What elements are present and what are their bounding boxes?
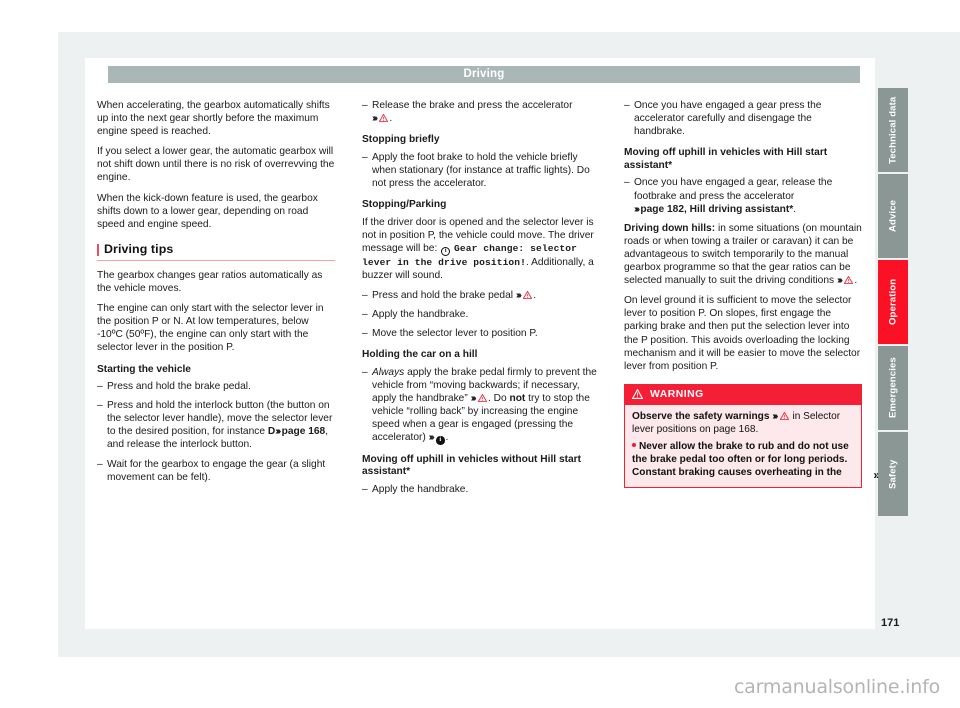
label-driving-down-hills: Driving down hills: — [624, 222, 716, 234]
tab-advice[interactable]: Advice — [878, 174, 908, 258]
list-item-text-2: . Do — [487, 393, 510, 405]
heading-starting-the-vehicle: Starting the vehicle — [97, 363, 191, 375]
paragraph-kickdown: When the kick-down feature is used, the … — [97, 192, 318, 230]
list-item-text: Move the selector lever to position P. — [372, 328, 538, 340]
chevron-icon: ››› — [428, 431, 435, 444]
page-number: 171 — [881, 617, 900, 629]
list-item: Always apply the brake pedal firmly to p… — [362, 366, 600, 445]
paragraph-driver-door: If the driver door is opened and the sel… — [362, 216, 600, 282]
list-item: Once you have engaged a gear, release th… — [624, 176, 862, 215]
list-item: Move the selector lever to position P. — [362, 327, 600, 340]
list-item: Press and hold the brake pedal ›››. — [362, 289, 600, 302]
warning-triangle-icon — [632, 389, 643, 400]
info-circle-icon: i — [441, 246, 451, 256]
chevron-icon: ››› — [772, 409, 778, 422]
tab-operation[interactable]: Operation — [878, 260, 908, 344]
heading-moving-uphill-without-hsa: Moving off uphill in vehicles without Hi… — [362, 453, 582, 478]
tab-emergencies[interactable]: Emergencies — [878, 346, 908, 430]
heading-stopping-parking: Stopping/Parking — [362, 199, 447, 211]
list-item-text: Apply the handbrake. — [372, 484, 469, 496]
warning-box-body: Observe the safety warnings ››› in Selec… — [625, 405, 861, 487]
column-left: When accelerating, the gearbox automatic… — [97, 99, 335, 490]
content-columns: When accelerating, the gearbox automatic… — [97, 99, 880, 619]
paragraph-gear-ratios: The gearbox changes gear ratios automati… — [97, 269, 323, 295]
heading-stopping-briefly: Stopping briefly — [362, 134, 440, 146]
paragraph-level-ground: On level ground it is sufficient to move… — [624, 295, 861, 372]
warning-triangle-icon — [523, 291, 533, 300]
gear-d-label: D — [267, 426, 276, 438]
warning-title: WARNING — [650, 388, 704, 400]
chevron-icon: ››› — [275, 425, 281, 438]
chevron-icon: ››› — [372, 112, 378, 125]
emphasis-always: Always — [372, 366, 405, 378]
section-tabs: Technical data Advice Operation Emergenc… — [878, 88, 908, 518]
list-item: Apply the foot brake to hold the vehicle… — [362, 151, 600, 190]
chevron-icon: ››› — [836, 274, 843, 287]
section-heading-driving-tips: Driving tips — [97, 241, 335, 261]
list-item-text: Press and hold the brake pedal. — [107, 381, 251, 393]
paragraph-driving-down-hills: Driving down hills: in some situations (… — [624, 222, 862, 287]
list-item: Release the brake and press the accelera… — [362, 99, 600, 125]
list-item: Press and hold the brake pedal. — [97, 380, 335, 393]
list-item-text: Release the brake and press the accelera… — [372, 100, 573, 111]
list-item-text: Wait for the gearbox to engage the gear … — [107, 458, 326, 483]
warning-text: Observe the safety warnings — [632, 410, 773, 422]
warning-box-header: WARNING — [625, 384, 861, 405]
warning-text: Never allow the brake to rub and do not … — [632, 441, 849, 479]
warning-line-1: Observe the safety warnings ››› in Selec… — [632, 410, 854, 437]
emphasis-not: not — [509, 393, 526, 405]
list-item: Wait for the gearbox to engage the gear … — [97, 458, 335, 484]
paragraph-accelerating: When accelerating, the gearbox automatic… — [97, 100, 330, 138]
warning-box: WARNING Observe the safety warnings ››› … — [624, 383, 880, 488]
list-item-text: Press and hold the brake pedal — [372, 290, 514, 302]
document-page: Driving When accelerating, the gearbox a… — [0, 0, 960, 708]
watermark: carmanualsonline.info — [733, 676, 940, 698]
info-circle-icon: i — [436, 436, 445, 445]
warning-triangle-icon — [779, 411, 789, 420]
paragraph-engine-start: The engine can only start with the selec… — [97, 303, 324, 354]
list-item: Press and hold the interlock button (the… — [97, 399, 335, 451]
tab-technical-data[interactable]: Technical data — [878, 88, 908, 172]
chevron-icon: ››› — [634, 202, 640, 215]
page-reference-link[interactable]: page 168 — [282, 426, 326, 437]
warning-triangle-icon — [379, 114, 389, 123]
list-item-text: Apply the handbrake. — [372, 309, 469, 321]
list-item: Apply the handbrake. — [362, 483, 600, 496]
tab-safety[interactable]: Safety — [878, 432, 908, 516]
page-reference-link[interactable]: page 182, Hill driving assistant* — [640, 204, 793, 215]
bullet-icon — [632, 443, 636, 448]
column-right: Once you have engaged a gear press the a… — [624, 99, 880, 488]
list-item: Apply the handbrake. — [362, 308, 600, 321]
list-item: Once you have engaged a gear press the a… — [624, 99, 862, 138]
list-item-text: Once you have engaged a gear, release th… — [634, 177, 833, 202]
warning-triangle-icon — [477, 394, 487, 403]
warning-line-2: Never allow the brake to rub and do not … — [632, 441, 854, 479]
column-middle: Release the brake and press the accelera… — [362, 99, 600, 502]
heading-moving-uphill-with-hsa: Moving off uphill in vehicles with Hill … — [624, 147, 828, 171]
running-header: Driving — [108, 66, 860, 83]
warning-triangle-icon — [844, 276, 854, 285]
paragraph-lower-gear: If you select a lower gear, the automati… — [97, 146, 335, 184]
list-item-text: Apply the foot brake to hold the vehicle… — [372, 151, 590, 189]
chevron-icon: ››› — [470, 392, 477, 405]
list-item-text: Once you have engaged a gear press the a… — [634, 100, 822, 138]
section-title: Driving tips — [104, 241, 174, 256]
heading-holding-car-on-hill: Holding the car on a hill — [362, 349, 478, 361]
chevron-icon: ››› — [515, 289, 522, 302]
